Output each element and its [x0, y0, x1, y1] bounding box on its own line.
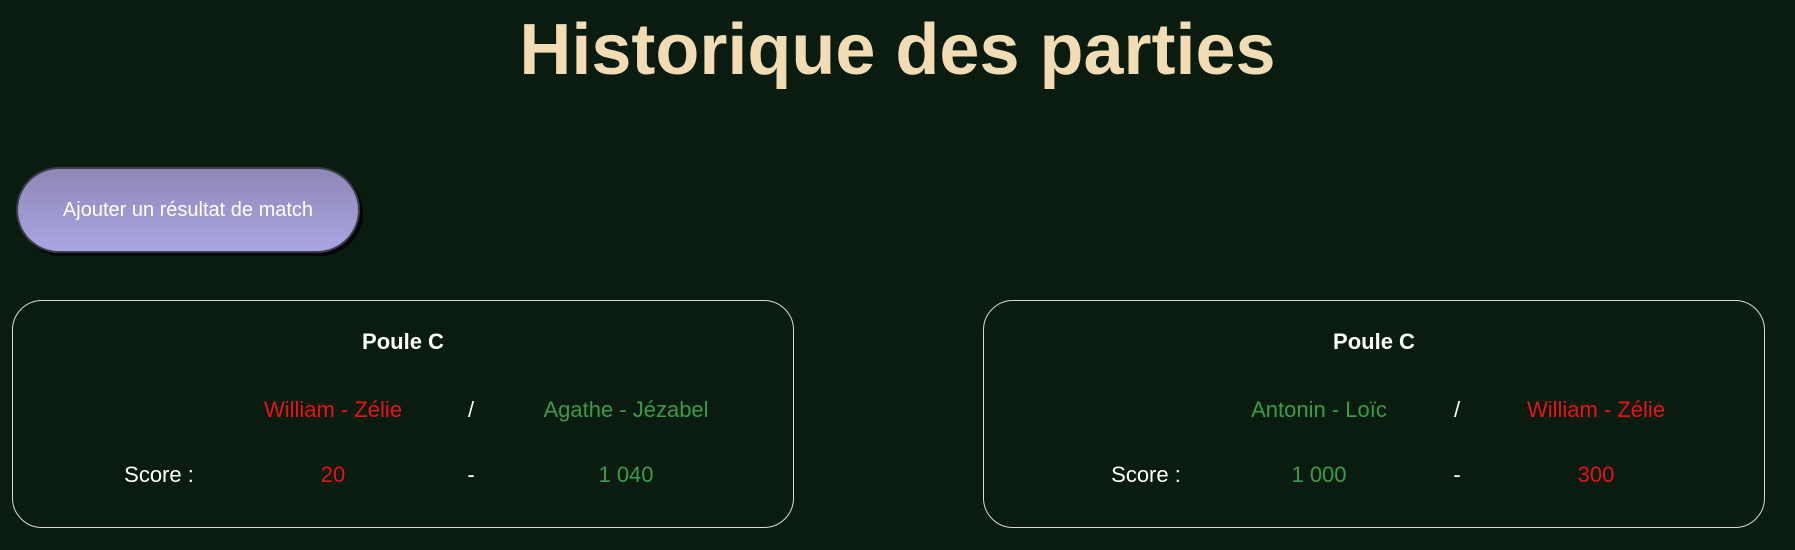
- score-separator: -: [467, 462, 475, 487]
- teams-separator: /: [1453, 397, 1461, 422]
- team-1-score: 20: [320, 462, 346, 487]
- match-pool: Poule C: [362, 329, 444, 354]
- team-2-score: 300: [1577, 462, 1615, 487]
- team-1-name: Antonin - Loïc: [1251, 397, 1387, 422]
- teams-separator: /: [467, 397, 475, 422]
- score-label: Score :: [1111, 462, 1181, 487]
- team-2-name: William - Zélie: [1526, 397, 1666, 422]
- match-card: Poule C Antonin - Loïc / William - Zélie…: [983, 300, 1765, 528]
- page-title: Historique des parties: [519, 10, 1276, 90]
- match-card: Poule C William - Zélie / Agathe - Jézab…: [12, 300, 794, 528]
- team-2-score: 1 040: [598, 462, 654, 487]
- team-1-name: William - Zélie: [263, 397, 403, 422]
- add-match-result-button[interactable]: Ajouter un résultat de match: [16, 167, 360, 253]
- team-1-score: 1 000: [1291, 462, 1347, 487]
- team-2-name: Agathe - Jézabel: [543, 397, 709, 422]
- score-label: Score :: [124, 462, 194, 487]
- match-pool: Poule C: [1333, 329, 1415, 354]
- score-separator: -: [1453, 462, 1461, 487]
